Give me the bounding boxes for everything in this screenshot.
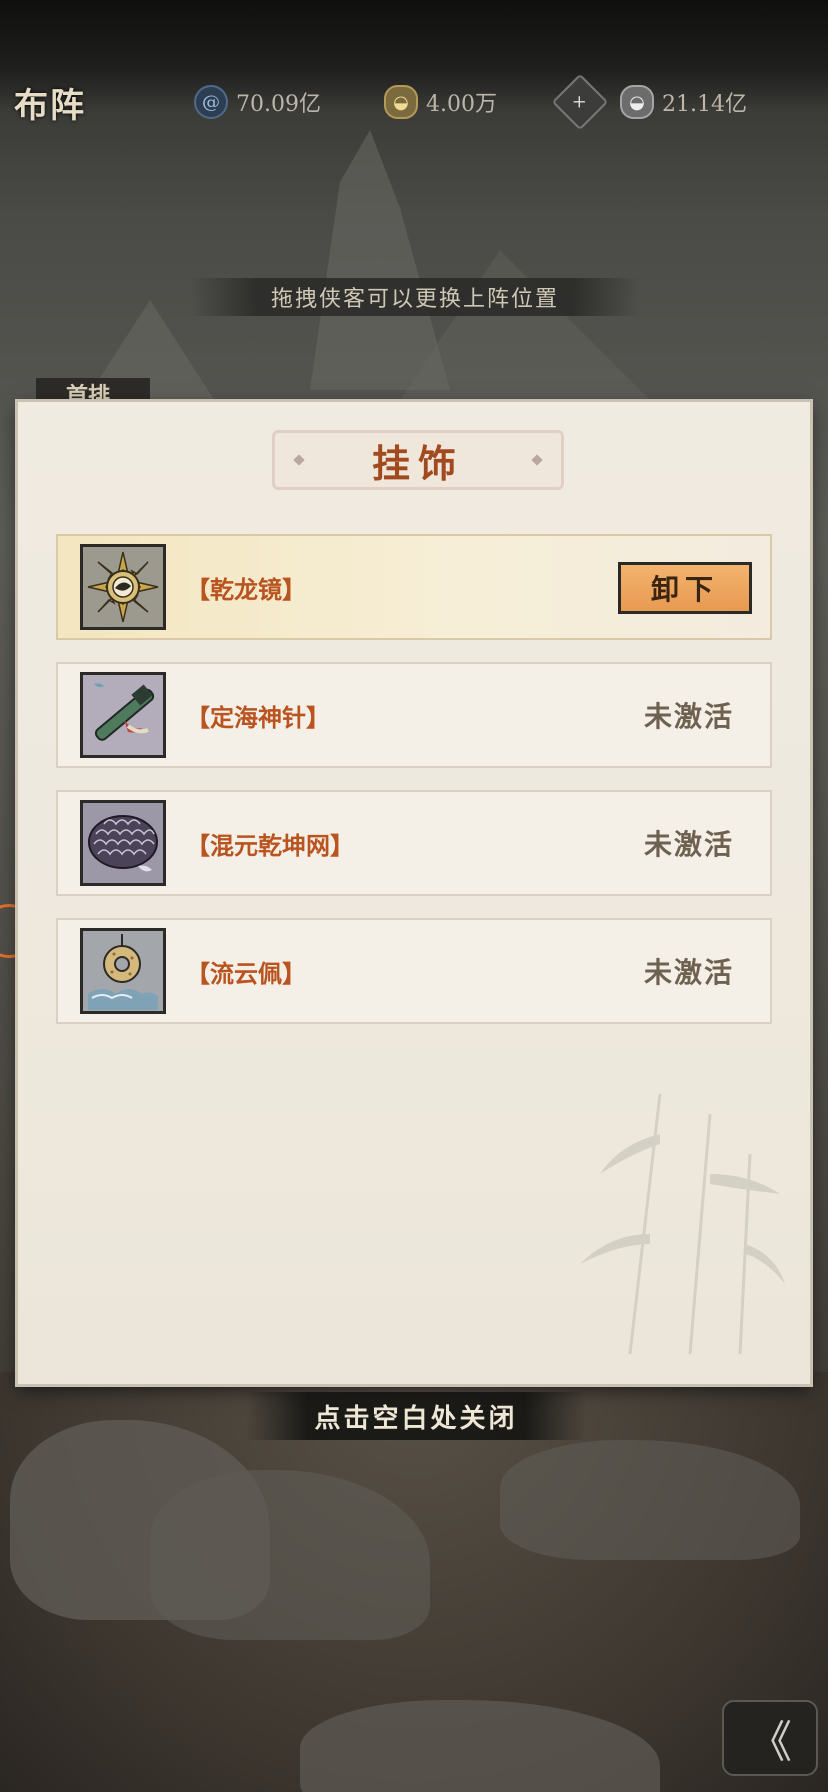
resource-value: 21.14亿: [662, 92, 747, 117]
status-inactive: 未激活: [643, 828, 734, 861]
item-name: 【流云佩】: [186, 958, 306, 988]
item-name: 【混元乾坤网】: [186, 830, 354, 860]
mountain: [310, 130, 450, 390]
page-title: 布阵: [14, 86, 86, 126]
back-arrow-icon: 《: [748, 1717, 792, 1768]
cosmic-net-icon: [80, 800, 166, 886]
back-button[interactable]: 《: [722, 1700, 818, 1776]
status-inactive: 未激活: [643, 956, 734, 989]
top-hud: 布阵 @ 70.09亿 ◒ 4.00万 + ◒ 21.14亿: [0, 70, 828, 131]
accessory-panel: 挂饰 【乾龙镜】 卸下 【定海神针】 未激活 【混元乾坤网】 未激活 【流云佩】…: [18, 402, 810, 1384]
add-resource-button[interactable]: +: [551, 73, 609, 131]
cloud-pendant-icon: [80, 928, 166, 1014]
list-item[interactable]: 【流云佩】 未激活: [56, 918, 772, 1024]
swirl-icon: @: [194, 85, 228, 119]
panel-title: 挂饰: [371, 440, 464, 486]
item-name: 【定海神针】: [186, 702, 330, 732]
panel-title-frame: 挂饰: [272, 430, 564, 490]
list-item[interactable]: 【乾龙镜】 卸下: [56, 534, 772, 640]
resource-gold[interactable]: ◒ 4.00万: [384, 85, 497, 119]
gold-ingot-icon: ◒: [384, 85, 418, 119]
close-hint[interactable]: 点击空白处关闭: [246, 1392, 586, 1440]
resource-value: 70.09亿: [236, 92, 321, 117]
list-item[interactable]: 【混元乾坤网】 未激活: [56, 790, 772, 896]
drag-hint: 拖拽侠客可以更换上阵位置: [190, 278, 640, 316]
status-inactive: 未激活: [643, 700, 734, 733]
plus-icon: +: [551, 73, 609, 131]
bamboo-decoration: [580, 1094, 785, 1354]
resource-swirl[interactable]: @ 70.09亿: [194, 85, 321, 119]
silver-ingot-icon: ◒: [620, 85, 654, 119]
sea-needle-icon: [80, 672, 166, 758]
item-name: 【乾龙镜】: [186, 574, 306, 604]
dragon-mirror-icon: [80, 544, 166, 630]
list-item[interactable]: 【定海神针】 未激活: [56, 662, 772, 768]
resource-value: 4.00万: [426, 92, 497, 117]
unequip-button[interactable]: 卸下: [618, 562, 752, 614]
resource-silver[interactable]: ◒ 21.14亿: [620, 85, 747, 119]
